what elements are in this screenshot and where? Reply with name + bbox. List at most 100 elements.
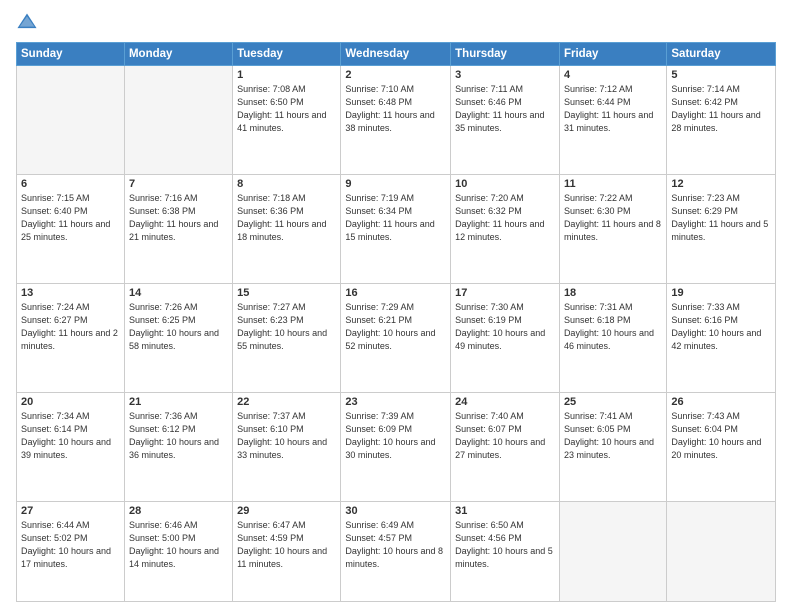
calendar-day: 3 Sunrise: 7:11 AMSunset: 6:46 PMDaylight…	[451, 66, 560, 175]
day-info: Sunrise: 7:34 AMSunset: 6:14 PMDaylight:…	[21, 410, 120, 462]
day-number: 10	[455, 178, 555, 190]
day-info: Sunrise: 7:36 AMSunset: 6:12 PMDaylight:…	[129, 410, 228, 462]
calendar-day: 30Sunrise: 6:49 AMSunset: 4:57 PMDayligh…	[341, 502, 451, 602]
day-number: 26	[671, 396, 771, 408]
day-number: 12	[671, 178, 771, 190]
day-info: Sunrise: 7:23 AMSunset: 6:29 PMDaylight:…	[671, 192, 771, 244]
day-number: 1	[237, 69, 336, 81]
calendar-day: 14Sunrise: 7:26 AMSunset: 6:25 PMDayligh…	[124, 284, 232, 393]
calendar-day: 10 Sunrise: 7:20 AMSunset: 6:32 PMDayligh…	[451, 175, 560, 284]
day-info: Sunrise: 7:08 AMSunset: 6:50 PMDaylight:…	[237, 83, 336, 135]
header-day: Saturday	[667, 43, 776, 66]
header	[16, 12, 776, 34]
day-info: Sunrise: 7:43 AMSunset: 6:04 PMDaylight:…	[671, 410, 771, 462]
header-day: Monday	[124, 43, 232, 66]
header-day: Thursday	[451, 43, 560, 66]
day-info: Sunrise: 7:30 AMSunset: 6:19 PMDaylight:…	[455, 301, 555, 353]
day-number: 25	[564, 396, 662, 408]
day-info: Sunrise: 7:33 AMSunset: 6:16 PMDaylight:…	[671, 301, 771, 353]
calendar-day: 12 Sunrise: 7:23 AMSunset: 6:29 PMDayligh…	[667, 175, 776, 284]
day-number: 29	[237, 505, 336, 517]
calendar-day: 7 Sunrise: 7:16 AMSunset: 6:38 PMDaylight…	[124, 175, 232, 284]
day-info: Sunrise: 7:20 AMSunset: 6:32 PMDaylight:…	[455, 192, 555, 244]
calendar-day: 21 Sunrise: 7:36 AMSunset: 6:12 PMDayligh…	[124, 393, 232, 502]
day-info: Sunrise: 6:50 AMSunset: 4:56 PMDaylight:…	[455, 519, 555, 571]
day-info: Sunrise: 7:15 AMSunset: 6:40 PMDaylight:…	[21, 192, 120, 244]
calendar-week: 1 Sunrise: 7:08 AMSunset: 6:50 PMDaylight…	[17, 66, 776, 175]
day-info: Sunrise: 6:46 AMSunset: 5:00 PMDaylight:…	[129, 519, 228, 571]
calendar-day: 15 Sunrise: 7:27 AMSunset: 6:23 PMDayligh…	[233, 284, 341, 393]
calendar-day: 18 Sunrise: 7:31 AMSunset: 6:18 PMDayligh…	[559, 284, 666, 393]
day-info: Sunrise: 7:24 AMSunset: 6:27 PMDaylight:…	[21, 301, 120, 353]
calendar-week: 27Sunrise: 6:44 AMSunset: 5:02 PMDayligh…	[17, 502, 776, 602]
header-day: Sunday	[17, 43, 125, 66]
calendar-day: 8 Sunrise: 7:18 AMSunset: 6:36 PMDaylight…	[233, 175, 341, 284]
calendar-day: 6Sunrise: 7:15 AMSunset: 6:40 PMDaylight…	[17, 175, 125, 284]
day-number: 28	[129, 505, 228, 517]
calendar-day: 23 Sunrise: 7:39 AMSunset: 6:09 PMDayligh…	[341, 393, 451, 502]
calendar-day: 16 Sunrise: 7:29 AMSunset: 6:21 PMDayligh…	[341, 284, 451, 393]
day-info: Sunrise: 7:39 AMSunset: 6:09 PMDaylight:…	[345, 410, 446, 462]
calendar-day: 24 Sunrise: 7:40 AMSunset: 6:07 PMDayligh…	[451, 393, 560, 502]
calendar-day: 25 Sunrise: 7:41 AMSunset: 6:05 PMDayligh…	[559, 393, 666, 502]
day-info: Sunrise: 7:14 AMSunset: 6:42 PMDaylight:…	[671, 83, 771, 135]
calendar-day: 13 Sunrise: 7:24 AMSunset: 6:27 PMDayligh…	[17, 284, 125, 393]
day-number: 30	[345, 505, 446, 517]
calendar-day: 27Sunrise: 6:44 AMSunset: 5:02 PMDayligh…	[17, 502, 125, 602]
calendar-day: 29 Sunrise: 6:47 AMSunset: 4:59 PMDayligh…	[233, 502, 341, 602]
day-info: Sunrise: 7:22 AMSunset: 6:30 PMDaylight:…	[564, 192, 662, 244]
calendar-day: 28 Sunrise: 6:46 AMSunset: 5:00 PMDayligh…	[124, 502, 232, 602]
calendar-day: 2 Sunrise: 7:10 AMSunset: 6:48 PMDaylight…	[341, 66, 451, 175]
day-number: 3	[455, 69, 555, 81]
day-number: 2	[345, 69, 446, 81]
calendar-day: 5Sunrise: 7:14 AMSunset: 6:42 PMDaylight…	[667, 66, 776, 175]
day-info: Sunrise: 7:29 AMSunset: 6:21 PMDaylight:…	[345, 301, 446, 353]
day-number: 23	[345, 396, 446, 408]
day-number: 24	[455, 396, 555, 408]
day-number: 19	[671, 287, 771, 299]
day-number: 27	[21, 505, 120, 517]
day-number: 11	[564, 178, 662, 190]
calendar-day	[559, 502, 666, 602]
calendar-day: 11 Sunrise: 7:22 AMSunset: 6:30 PMDayligh…	[559, 175, 666, 284]
day-number: 18	[564, 287, 662, 299]
day-info: Sunrise: 7:16 AMSunset: 6:38 PMDaylight:…	[129, 192, 228, 244]
calendar-week: 6Sunrise: 7:15 AMSunset: 6:40 PMDaylight…	[17, 175, 776, 284]
day-number: 21	[129, 396, 228, 408]
calendar-day: 22 Sunrise: 7:37 AMSunset: 6:10 PMDayligh…	[233, 393, 341, 502]
page: SundayMondayTuesdayWednesdayThursdayFrid…	[0, 0, 792, 612]
calendar-week: 13 Sunrise: 7:24 AMSunset: 6:27 PMDayligh…	[17, 284, 776, 393]
day-number: 22	[237, 396, 336, 408]
day-number: 31	[455, 505, 555, 517]
calendar-day	[124, 66, 232, 175]
day-info: Sunrise: 7:11 AMSunset: 6:46 PMDaylight:…	[455, 83, 555, 135]
day-info: Sunrise: 7:40 AMSunset: 6:07 PMDaylight:…	[455, 410, 555, 462]
day-info: Sunrise: 7:10 AMSunset: 6:48 PMDaylight:…	[345, 83, 446, 135]
calendar-day: 26 Sunrise: 7:43 AMSunset: 6:04 PMDayligh…	[667, 393, 776, 502]
day-number: 15	[237, 287, 336, 299]
logo	[16, 12, 42, 34]
day-info: Sunrise: 7:12 AMSunset: 6:44 PMDaylight:…	[564, 83, 662, 135]
calendar-day	[667, 502, 776, 602]
day-info: Sunrise: 7:18 AMSunset: 6:36 PMDaylight:…	[237, 192, 336, 244]
day-number: 14	[129, 287, 228, 299]
day-number: 16	[345, 287, 446, 299]
calendar-day: 19 Sunrise: 7:33 AMSunset: 6:16 PMDayligh…	[667, 284, 776, 393]
calendar-day: 9Sunrise: 7:19 AMSunset: 6:34 PMDaylight…	[341, 175, 451, 284]
calendar-day: 17 Sunrise: 7:30 AMSunset: 6:19 PMDayligh…	[451, 284, 560, 393]
day-number: 8	[237, 178, 336, 190]
day-info: Sunrise: 6:47 AMSunset: 4:59 PMDaylight:…	[237, 519, 336, 571]
day-info: Sunrise: 7:41 AMSunset: 6:05 PMDaylight:…	[564, 410, 662, 462]
day-number: 20	[21, 396, 120, 408]
day-info: Sunrise: 7:37 AMSunset: 6:10 PMDaylight:…	[237, 410, 336, 462]
day-number: 7	[129, 178, 228, 190]
day-info: Sunrise: 7:31 AMSunset: 6:18 PMDaylight:…	[564, 301, 662, 353]
header-row: SundayMondayTuesdayWednesdayThursdayFrid…	[17, 43, 776, 66]
header-day: Tuesday	[233, 43, 341, 66]
day-number: 13	[21, 287, 120, 299]
day-number: 17	[455, 287, 555, 299]
calendar-day: 31 Sunrise: 6:50 AMSunset: 4:56 PMDayligh…	[451, 502, 560, 602]
logo-icon	[16, 12, 38, 34]
header-day: Wednesday	[341, 43, 451, 66]
day-info: Sunrise: 7:27 AMSunset: 6:23 PMDaylight:…	[237, 301, 336, 353]
